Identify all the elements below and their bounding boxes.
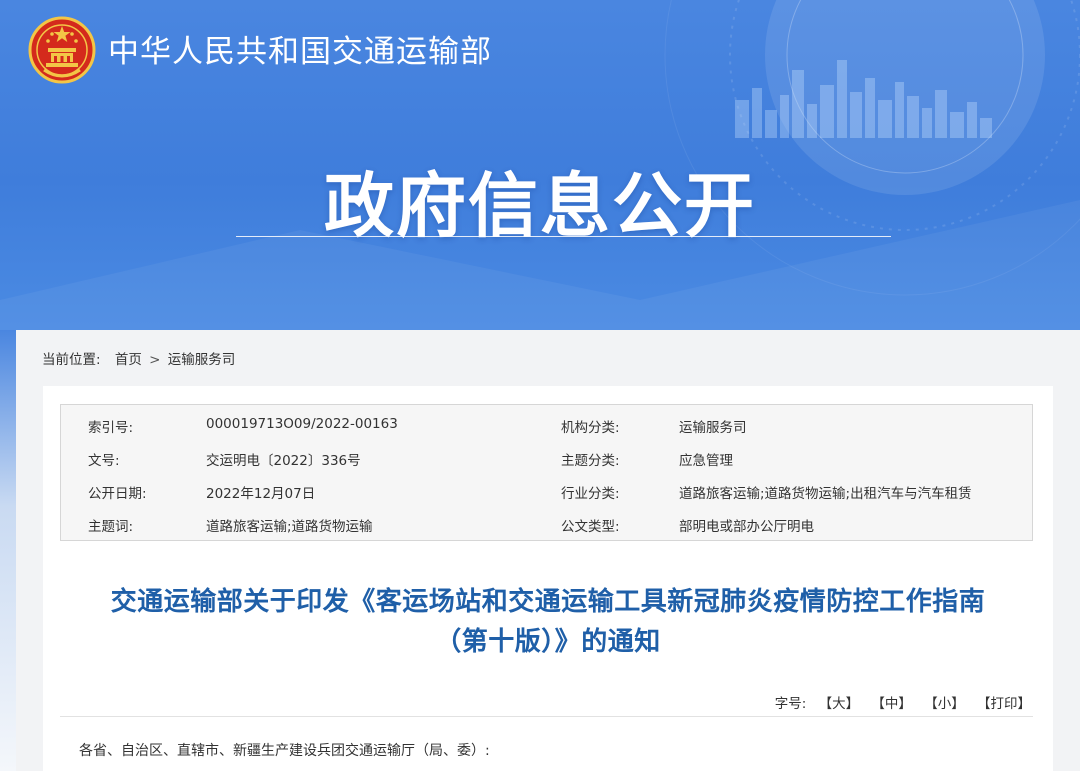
breadcrumb-prefix: 当前位置: xyxy=(42,352,101,368)
article-title-line: （第十版）》的通知 xyxy=(435,627,661,657)
font-size-controls: 字号: 【大】 【中】 【小】 【打印】 xyxy=(775,692,1031,712)
font-medium-button[interactable]: 【中】 xyxy=(871,696,912,712)
print-button[interactable]: 【打印】 xyxy=(977,696,1031,712)
header-banner: 中华人民共和国交通运输部 政府信息公开 xyxy=(0,0,1080,330)
article-salutation: 各省、自治区、直辖市、新疆生产建设兵团交通运输厅（局、委）: xyxy=(79,743,490,759)
breadcrumb-home-link[interactable]: 首页 xyxy=(115,352,142,368)
meta-value: 2022年12月07日 xyxy=(206,486,316,502)
meta-label: 行业分类: xyxy=(561,486,620,502)
national-emblem-icon xyxy=(28,16,96,84)
font-size-label: 字号: xyxy=(774,696,807,712)
meta-label: 主题词: xyxy=(88,519,134,535)
meta-label: 索引号: xyxy=(88,420,134,436)
meta-value: 交运明电〔2022〕336号 xyxy=(206,453,361,469)
side-gradient xyxy=(0,330,16,771)
metadata-table: 索引号: 000019713O09/2022-00163 机构分类: 运输服务司… xyxy=(60,404,1033,541)
meta-value: 运输服务司 xyxy=(679,420,747,436)
meta-label: 文号: xyxy=(88,453,120,469)
meta-label: 公开日期: xyxy=(88,486,147,502)
article-title-line: 交通运输部关于印发《客运场站和交通运输工具新冠肺炎疫情防控工作指南 xyxy=(110,587,986,617)
meta-label: 机构分类: xyxy=(561,420,620,436)
meta-value: 000019713O09/2022-00163 xyxy=(206,416,398,432)
font-small-button[interactable]: 【小】 xyxy=(924,696,965,712)
site-name[interactable]: 中华人民共和国交通运输部 xyxy=(108,26,492,71)
meta-value: 道路旅客运输;道路货物运输 xyxy=(206,519,373,535)
breadcrumb-current-link[interactable]: 运输服务司 xyxy=(168,352,236,368)
breadcrumb-separator: > xyxy=(149,352,161,368)
content-divider xyxy=(60,716,1033,717)
breadcrumb: 当前位置: 首页 > 运输服务司 xyxy=(42,348,235,368)
meta-value: 道路旅客运输;道路货物运输;出租汽车与汽车租赁 xyxy=(679,486,972,502)
banner-divider xyxy=(236,236,891,237)
meta-value: 部明电或部办公厅明电 xyxy=(679,519,814,535)
font-large-button[interactable]: 【大】 xyxy=(819,696,860,712)
meta-label: 主题分类: xyxy=(561,453,620,469)
article-panel: 索引号: 000019713O09/2022-00163 机构分类: 运输服务司… xyxy=(43,386,1053,771)
content-area: 当前位置: 首页 > 运输服务司 索引号: 000019713O09/2022-… xyxy=(16,330,1080,771)
meta-label: 公文类型: xyxy=(561,519,620,535)
meta-value: 应急管理 xyxy=(679,453,733,469)
article-title: 交通运输部关于印发《客运场站和交通运输工具新冠肺炎疫情防控工作指南 （第十版）》… xyxy=(43,582,1053,662)
